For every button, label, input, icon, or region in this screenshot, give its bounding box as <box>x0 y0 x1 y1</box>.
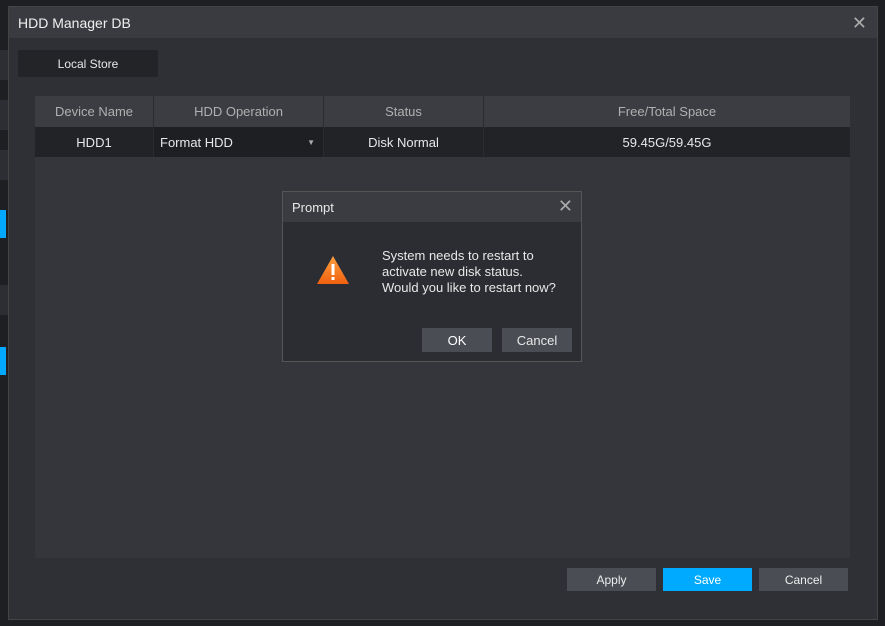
prompt-cancel-button[interactable]: Cancel <box>502 328 572 352</box>
column-header: Device Name <box>35 96 154 127</box>
prompt-dialog: Prompt ✕ System needs to restart to acti… <box>282 191 582 362</box>
background-panel <box>0 285 8 315</box>
tab-local-store[interactable]: Local Store <box>18 50 158 77</box>
prompt-title: Prompt <box>283 192 581 222</box>
column-header: Status <box>324 96 484 127</box>
apply-button[interactable]: Apply <box>567 568 656 591</box>
free-total-space: 59.45G/59.45G <box>622 134 712 150</box>
message-line: Would you like to restart now? <box>382 280 556 295</box>
column-header: HDD Operation <box>154 96 324 127</box>
column-header: Free/Total Space <box>617 104 717 119</box>
save-button[interactable]: Save <box>663 568 752 591</box>
background-panel <box>0 150 8 180</box>
prompt-message: System needs to restart to activate new … <box>382 248 556 296</box>
background-panel <box>0 100 8 130</box>
hdd-operation-select[interactable]: Format HDD ▼ <box>154 127 324 157</box>
close-icon[interactable]: ✕ <box>852 13 867 34</box>
chevron-down-icon: ▼ <box>307 137 315 147</box>
dialog-title: HDD Manager DB <box>9 7 877 38</box>
background-panel <box>0 50 8 80</box>
background-selected-marker <box>0 347 6 375</box>
table-header: Device Name HDD Operation Status Free/To… <box>35 96 850 127</box>
message-line: activate new disk status. <box>382 264 523 279</box>
message-line: System needs to restart to <box>382 248 534 263</box>
table-row[interactable]: HDD1 Format HDD ▼ Disk Normal 59.45G/59.… <box>35 127 850 157</box>
hdd-operation-value: Format HDD <box>160 134 233 150</box>
warning-icon <box>317 256 349 284</box>
cancel-button[interactable]: Cancel <box>759 568 848 591</box>
status: Disk Normal <box>324 127 484 157</box>
ok-button[interactable]: OK <box>422 328 492 352</box>
background-selected-marker <box>0 210 6 238</box>
device-name: HDD1 <box>35 127 154 157</box>
close-icon[interactable]: ✕ <box>558 196 573 217</box>
